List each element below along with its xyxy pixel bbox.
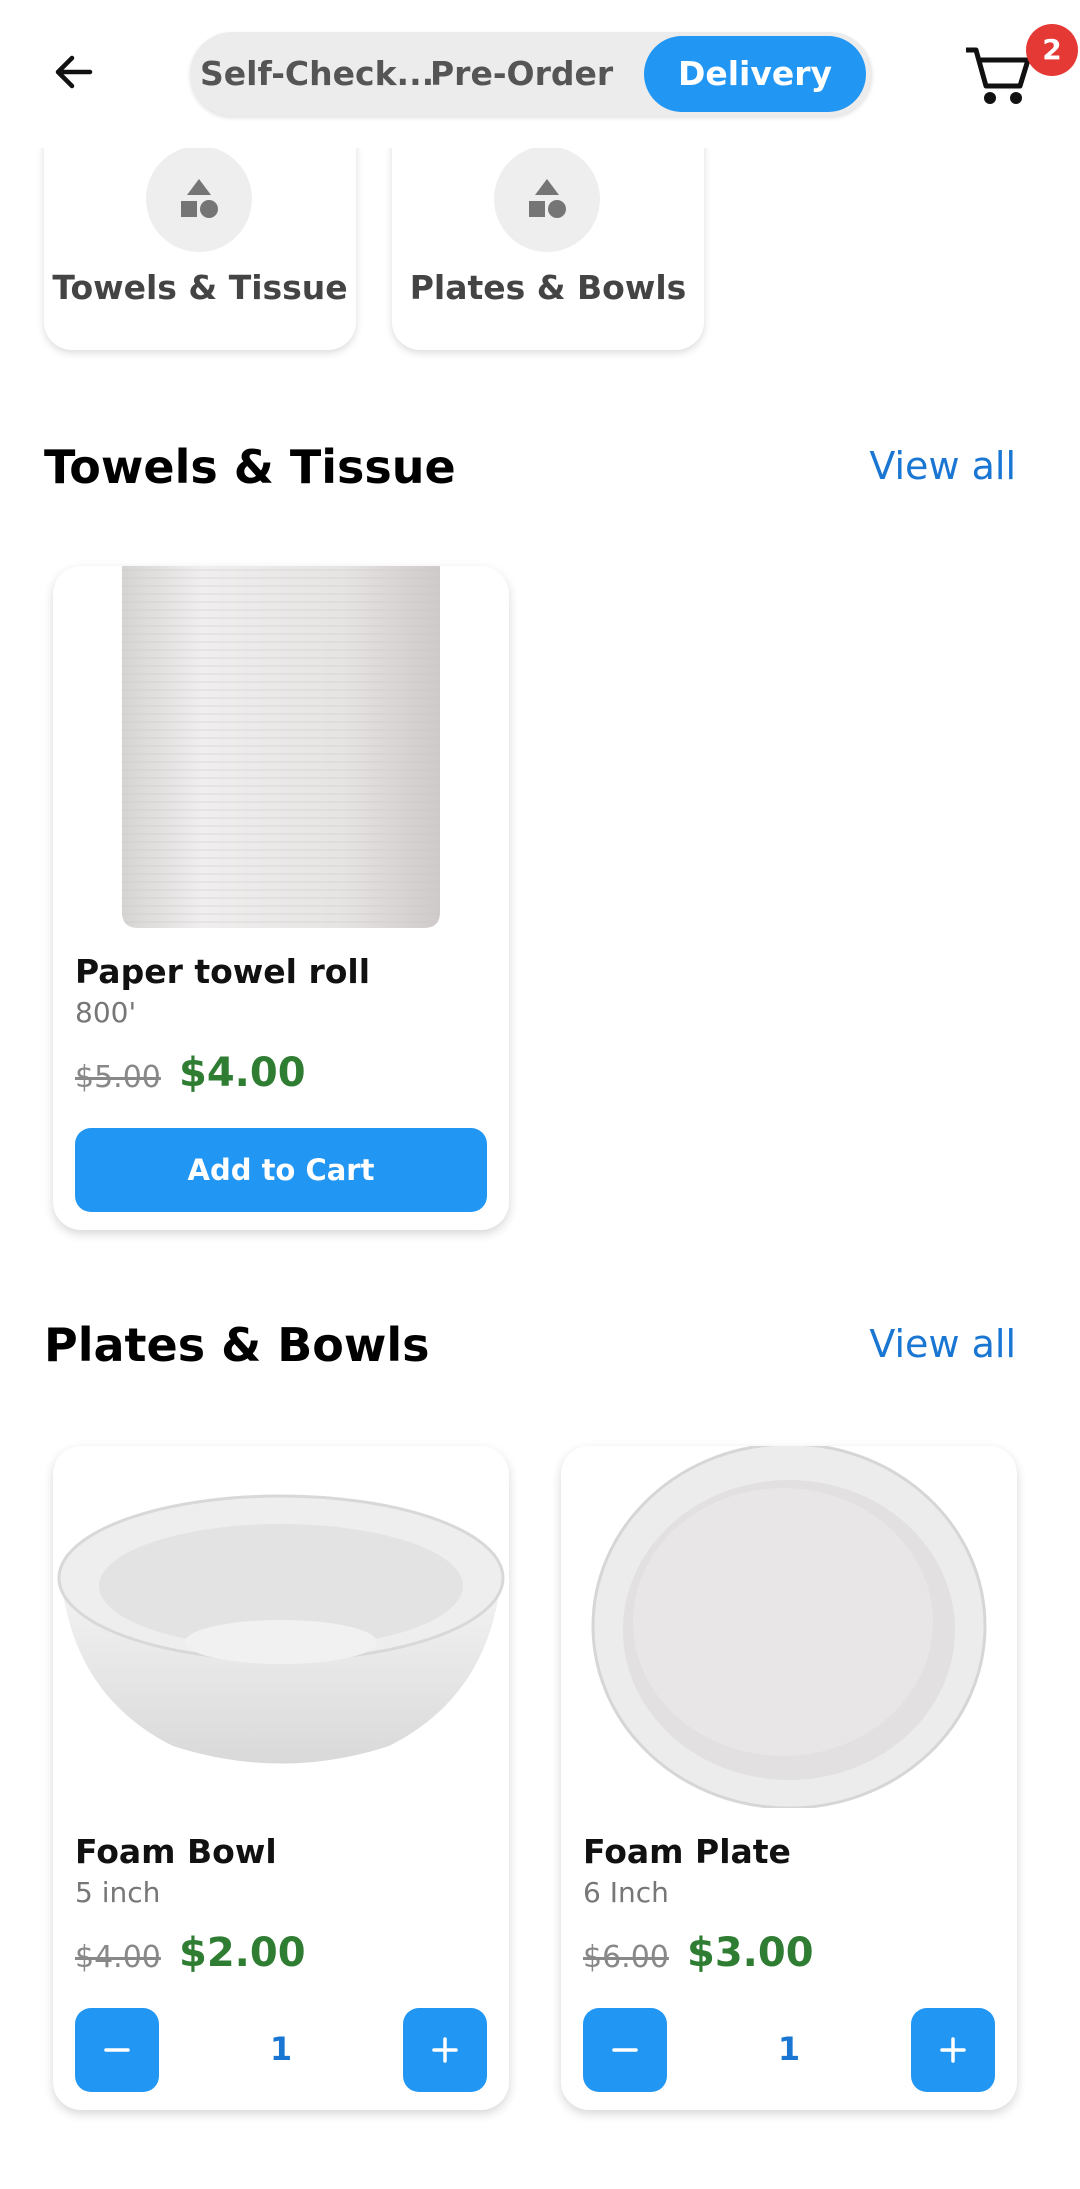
paper-towel-image [53,566,509,928]
order-mode-switch: Self-Check... Pre-Order Delivery [190,32,872,116]
foam-plate-image [561,1446,1017,1808]
quantity-value: 1 [777,2030,801,2068]
minus-icon[interactable] [583,2008,667,2092]
product-size: 5 inch [75,1876,161,1909]
category-label: Towels & Tissue [52,268,348,307]
add-to-cart-button[interactable]: Add to Cart [75,1128,487,1212]
product-size: 800' [75,996,137,1029]
view-all-towels-link[interactable]: View all [869,444,1016,488]
back-arrow-icon[interactable] [42,40,106,104]
tab-self-checkout[interactable]: Self-Check... [200,36,434,112]
category-tile-plates[interactable]: Plates & Bowls [392,120,704,350]
shapes-icon [146,146,252,252]
cart-icon[interactable] [962,40,1034,112]
product-price: $4.00 [179,1050,306,1096]
tab-delivery[interactable]: Delivery [644,36,866,112]
cart-count-badge: 2 [1026,24,1078,76]
product-card-paper-towel[interactable]: Paper towel roll 800' $5.00 $4.00 Add to… [53,566,509,1230]
product-old-price: $5.00 [75,1060,161,1095]
product-card-foam-bowl[interactable]: Foam Bowl 5 inch $4.00 $2.00 1 [53,1446,509,2110]
product-size: 6 Inch [583,1876,669,1909]
product-name: Foam Bowl [75,1832,277,1871]
quantity-value: 1 [269,2030,293,2068]
plus-icon[interactable] [403,2008,487,2092]
product-name: Foam Plate [583,1832,791,1871]
shapes-icon [494,146,600,252]
product-name: Paper towel roll [75,952,371,991]
app-header: Self-Check... Pre-Order Delivery 2 [0,0,1080,148]
product-price: $3.00 [687,1930,814,1976]
product-card-foam-plate[interactable]: Foam Plate 6 Inch $6.00 $3.00 1 [561,1446,1017,2110]
section-title-towels: Towels & Tissue [44,440,456,494]
view-all-plates-link[interactable]: View all [869,1322,1016,1366]
product-old-price: $6.00 [583,1940,669,1975]
section-title-plates: Plates & Bowls [44,1318,430,1372]
tab-pre-order[interactable]: Pre-Order [430,36,613,112]
minus-icon[interactable] [75,2008,159,2092]
plus-icon[interactable] [911,2008,995,2092]
category-tile-towels[interactable]: Towels & Tissue [44,120,356,350]
product-price: $2.00 [179,1930,306,1976]
category-label: Plates & Bowls [409,268,687,307]
foam-bowl-image [53,1446,509,1808]
product-old-price: $4.00 [75,1940,161,1975]
